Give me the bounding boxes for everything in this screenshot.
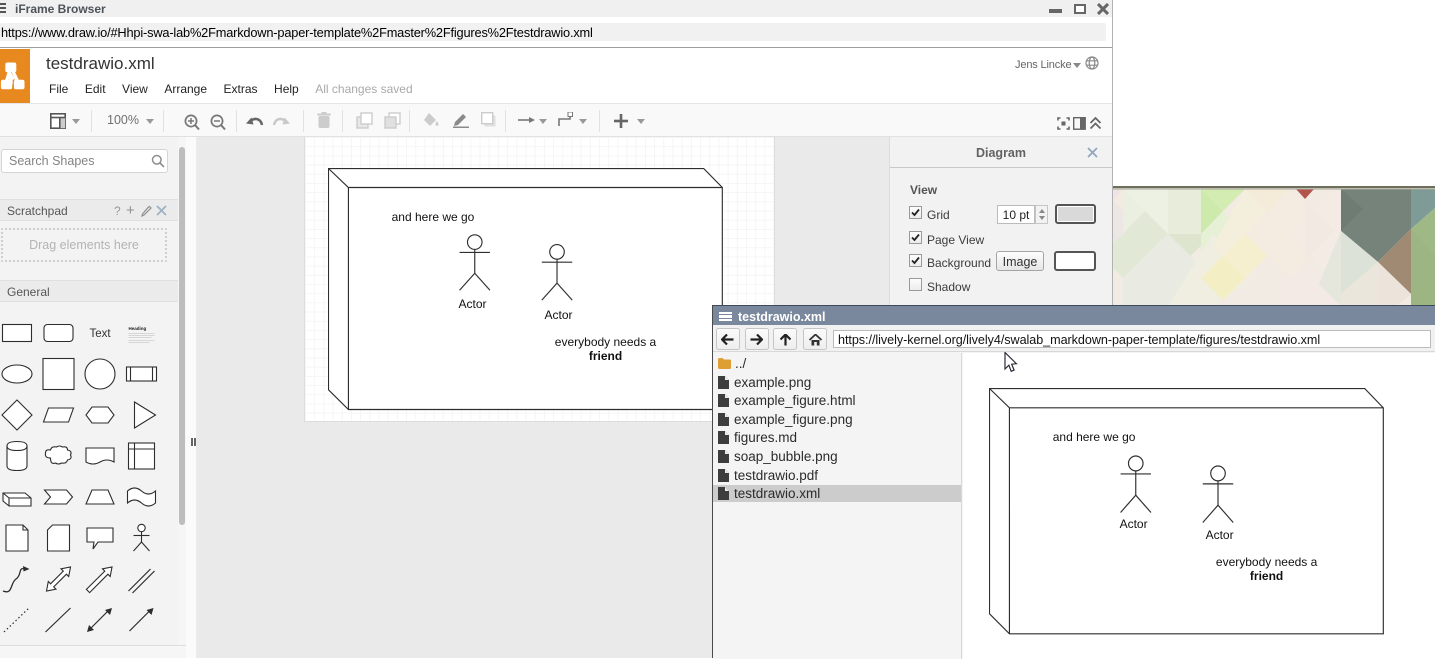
svg-text:Text: Text	[89, 328, 111, 340]
svg-text:Heading: Heading	[129, 326, 147, 331]
